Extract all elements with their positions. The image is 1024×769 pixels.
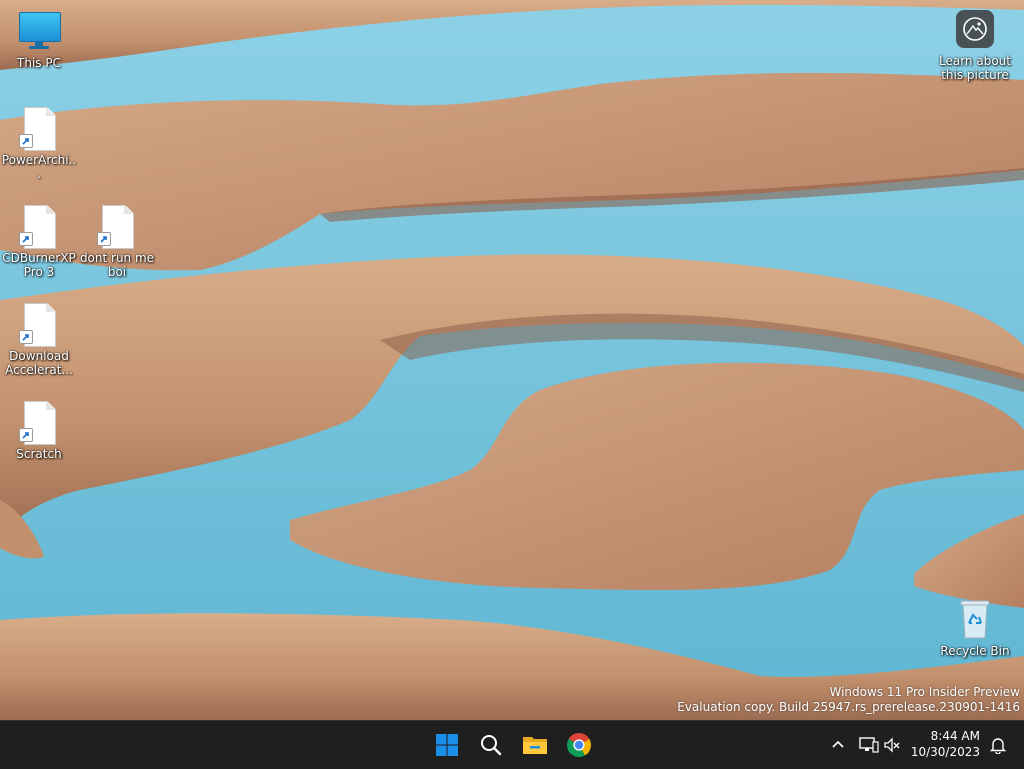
shortcut-arrow-icon xyxy=(19,428,33,442)
search-button[interactable] xyxy=(471,725,511,765)
notification-bell-icon xyxy=(989,738,1007,754)
show-hidden-icons-button[interactable] xyxy=(826,725,850,765)
taskbar: 8:44 AM 10/30/2023 xyxy=(0,720,1024,769)
desktop-icon-label: CDBurnerXP Pro 3 xyxy=(2,251,76,279)
shortcut-file-icon xyxy=(19,205,59,249)
desktop-icon-label: PowerArchi... xyxy=(1,153,77,181)
start-button[interactable] xyxy=(427,725,467,765)
shortcut-file-icon xyxy=(19,401,59,445)
network-icon xyxy=(859,737,879,753)
clock[interactable]: 8:44 AM 10/30/2023 xyxy=(911,728,980,760)
desktop-icon-label: dont run me boi xyxy=(79,251,155,279)
quick-settings-button[interactable] xyxy=(856,725,904,765)
desktop[interactable]: This PC PowerArchi... CDBurnerXP Pro 3 d… xyxy=(0,0,1024,720)
shortcut-arrow-icon xyxy=(97,232,111,246)
desktop-icon-powerarchiver[interactable]: PowerArchi... xyxy=(1,107,77,181)
desktop-icon-this-pc[interactable]: This PC xyxy=(1,10,77,70)
desktop-wallpaper xyxy=(0,0,1024,720)
shortcut-arrow-icon xyxy=(19,134,33,148)
clock-time: 8:44 AM xyxy=(930,729,980,743)
watermark-edition: Windows 11 Pro Insider Preview xyxy=(829,685,1020,699)
chevron-up-icon xyxy=(832,740,844,748)
shortcut-arrow-icon xyxy=(19,232,33,246)
desktop-icon-download-accelerator[interactable]: Download Accelerat... xyxy=(1,303,77,377)
recycle-bin-icon xyxy=(955,598,995,642)
learn-about-label: Learn about this picture xyxy=(939,54,1011,82)
desktop-icon-scratch[interactable]: Scratch xyxy=(1,401,77,461)
shortcut-file-icon xyxy=(97,205,137,249)
desktop-icon-label: This PC xyxy=(17,56,61,70)
desktop-icon-label: Scratch xyxy=(16,447,62,461)
volume-muted-icon xyxy=(884,737,900,753)
desktop-icon-label: Download Accelerat... xyxy=(5,349,73,377)
clock-date: 10/30/2023 xyxy=(910,745,980,759)
chrome-icon xyxy=(566,733,592,758)
this-pc-icon xyxy=(19,10,61,54)
folder-icon xyxy=(523,737,547,754)
file-explorer-button[interactable] xyxy=(515,725,555,765)
desktop-icon-recycle-bin[interactable]: Recycle Bin xyxy=(937,598,1013,658)
shortcut-file-icon xyxy=(19,303,59,347)
learn-about-this-picture[interactable]: Learn about this picture xyxy=(937,10,1013,82)
shortcut-arrow-icon xyxy=(19,330,33,344)
search-icon xyxy=(481,735,502,756)
watermark-build: Evaluation copy. Build 25947.rs_prerelea… xyxy=(677,700,1020,714)
desktop-icon-cdburnerxp[interactable]: CDBurnerXP Pro 3 xyxy=(1,205,77,279)
shortcut-file-icon xyxy=(19,107,59,151)
desktop-icon-label: Recycle Bin xyxy=(940,644,1010,658)
desktop-icon-dont-run-me-boi[interactable]: dont run me boi xyxy=(79,205,155,279)
chrome-button[interactable] xyxy=(559,725,599,765)
evaluation-watermark: Windows 11 Pro Insider Preview Evaluatio… xyxy=(677,685,1020,715)
windows-logo-icon xyxy=(436,734,458,756)
notification-center-button[interactable] xyxy=(984,725,1012,765)
camera-aperture-icon xyxy=(956,10,994,48)
